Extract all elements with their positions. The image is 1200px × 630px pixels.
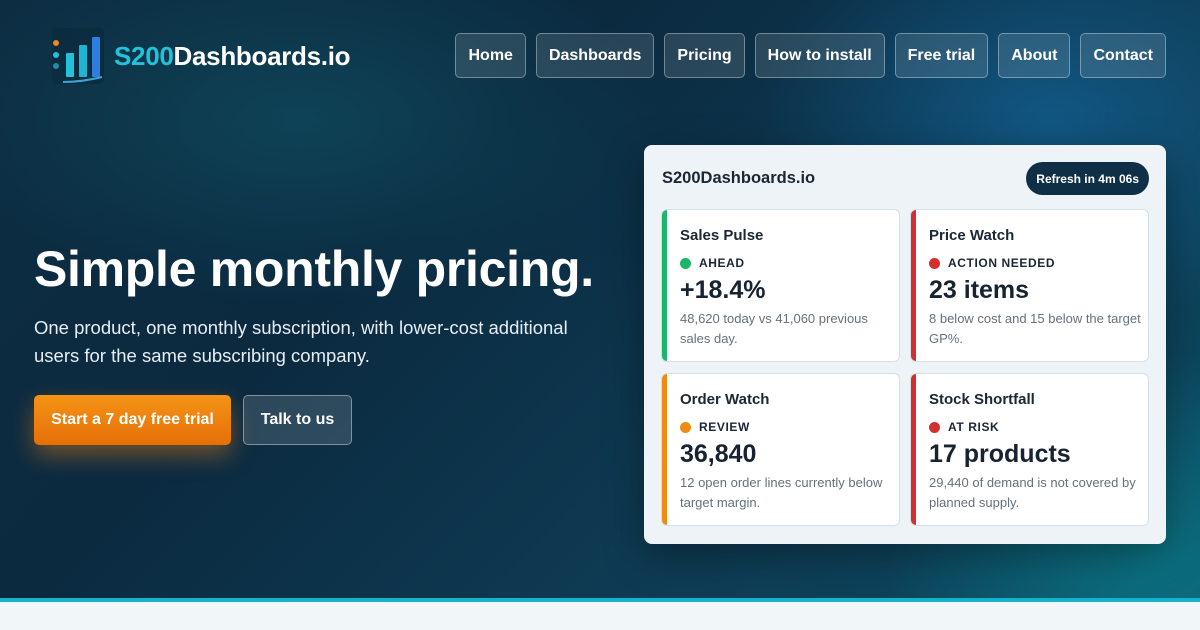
tile-stripe: [662, 374, 667, 525]
status-badge: AT RISK: [929, 420, 999, 434]
talk-to-us-button[interactable]: Talk to us: [243, 395, 352, 445]
status-dot-icon: [929, 257, 940, 269]
site-logo[interactable]: S200Dashboards.io: [50, 28, 351, 84]
tile-stripe: [662, 210, 667, 361]
status-dot-icon: [680, 257, 691, 269]
nav-how-to-install[interactable]: How to install: [754, 33, 885, 78]
status-label: AT RISK: [948, 420, 1000, 434]
page-subtitle: One product, one monthly subscription, w…: [34, 317, 568, 366]
status-label: AHEAD: [699, 256, 745, 270]
brand-name-rest: Dashboards.io: [173, 40, 351, 71]
refresh-countdown-badge: Refresh in 4m 06s: [1026, 162, 1149, 195]
status-label: ACTION NEEDED: [948, 256, 1056, 270]
tile-title: Sales Pulse: [680, 227, 764, 244]
nav-dashboards[interactable]: Dashboards: [535, 33, 655, 78]
bar-chart-logo-icon: [52, 28, 104, 84]
nav-home[interactable]: Home: [455, 33, 526, 78]
dashboard-title: S200Dashboards.io: [662, 169, 816, 187]
status-badge: ACTION NEEDED: [929, 256, 1055, 270]
tile-sales-pulse: Sales Pulse AHEAD +18.4% 48,620 today vs…: [661, 209, 900, 362]
nav-free-trial[interactable]: Free trial: [894, 33, 989, 78]
nav-contact[interactable]: Contact: [1080, 33, 1166, 78]
status-dot-icon: [929, 421, 940, 433]
tile-value: 36,840: [680, 440, 757, 468]
page-below-fold: [0, 602, 1200, 630]
status-badge: AHEAD: [680, 256, 745, 270]
tile-title: Price Watch: [929, 227, 1015, 244]
tile-description: 29,440 of demand is not covered by plann…: [929, 475, 1136, 510]
tile-description: 8 below cost and 15 below the target GP%…: [929, 311, 1141, 346]
tile-price-watch: Price Watch ACTION NEEDED 23 items 8 bel…: [910, 209, 1149, 362]
page-title: Simple monthly pricing.: [34, 241, 594, 297]
tile-order-watch: Order Watch REVIEW 36,840 12 open order …: [661, 373, 900, 526]
status-badge: REVIEW: [680, 420, 750, 434]
tile-title: Order Watch: [680, 391, 770, 408]
main-nav: Home Dashboards Pricing How to install F…: [455, 33, 1166, 78]
brand-name: S200Dashboards.io: [114, 40, 351, 72]
dashboard-preview: S200Dashboards.io Refresh in 4m 06s Sale…: [644, 145, 1166, 544]
status-label: REVIEW: [699, 420, 750, 434]
tile-value: 17 products: [929, 440, 1071, 468]
nav-about[interactable]: About: [998, 33, 1071, 78]
tile-stock-shortfall: Stock Shortfall AT RISK 17 products 29,4…: [910, 373, 1149, 526]
status-dot-icon: [680, 421, 691, 433]
nav-pricing[interactable]: Pricing: [664, 33, 745, 78]
tile-stripe: [911, 210, 916, 361]
tile-title: Stock Shortfall: [929, 391, 1035, 408]
tile-stripe: [911, 374, 916, 525]
tile-value: 23 items: [929, 276, 1030, 304]
tile-description: 48,620 today vs 41,060 previous sales da…: [680, 311, 868, 346]
brand-name-highlight: S200: [114, 40, 174, 71]
start-free-trial-button[interactable]: Start a 7 day free trial: [34, 395, 231, 445]
tile-value: +18.4%: [680, 276, 766, 304]
tile-description: 12 open order lines currently below targ…: [680, 475, 883, 510]
